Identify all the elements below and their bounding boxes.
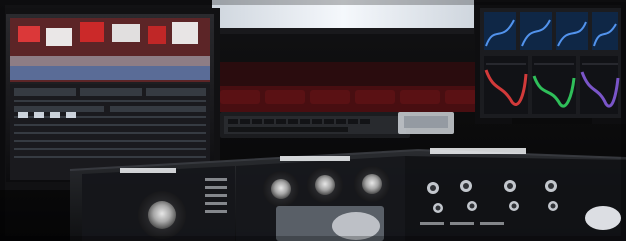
photo-canvas <box>0 0 626 241</box>
seat-row <box>220 90 477 104</box>
console-right-panel <box>405 156 626 241</box>
trackball-3 <box>362 174 382 194</box>
trackball-left <box>148 201 176 229</box>
label-strip-right <box>430 148 526 154</box>
white-object <box>585 206 621 230</box>
color-grading-suite-photo <box>0 0 626 241</box>
keyboard <box>220 112 410 138</box>
trackball-2 <box>315 175 335 195</box>
trackball-1 <box>271 179 291 199</box>
right-scopes-monitor <box>475 2 626 124</box>
label-strip-center <box>280 156 350 161</box>
waveform-scopes <box>484 56 620 114</box>
scope-panels-top <box>484 12 618 50</box>
label-strip-left <box>120 168 176 173</box>
mouse <box>332 212 380 240</box>
